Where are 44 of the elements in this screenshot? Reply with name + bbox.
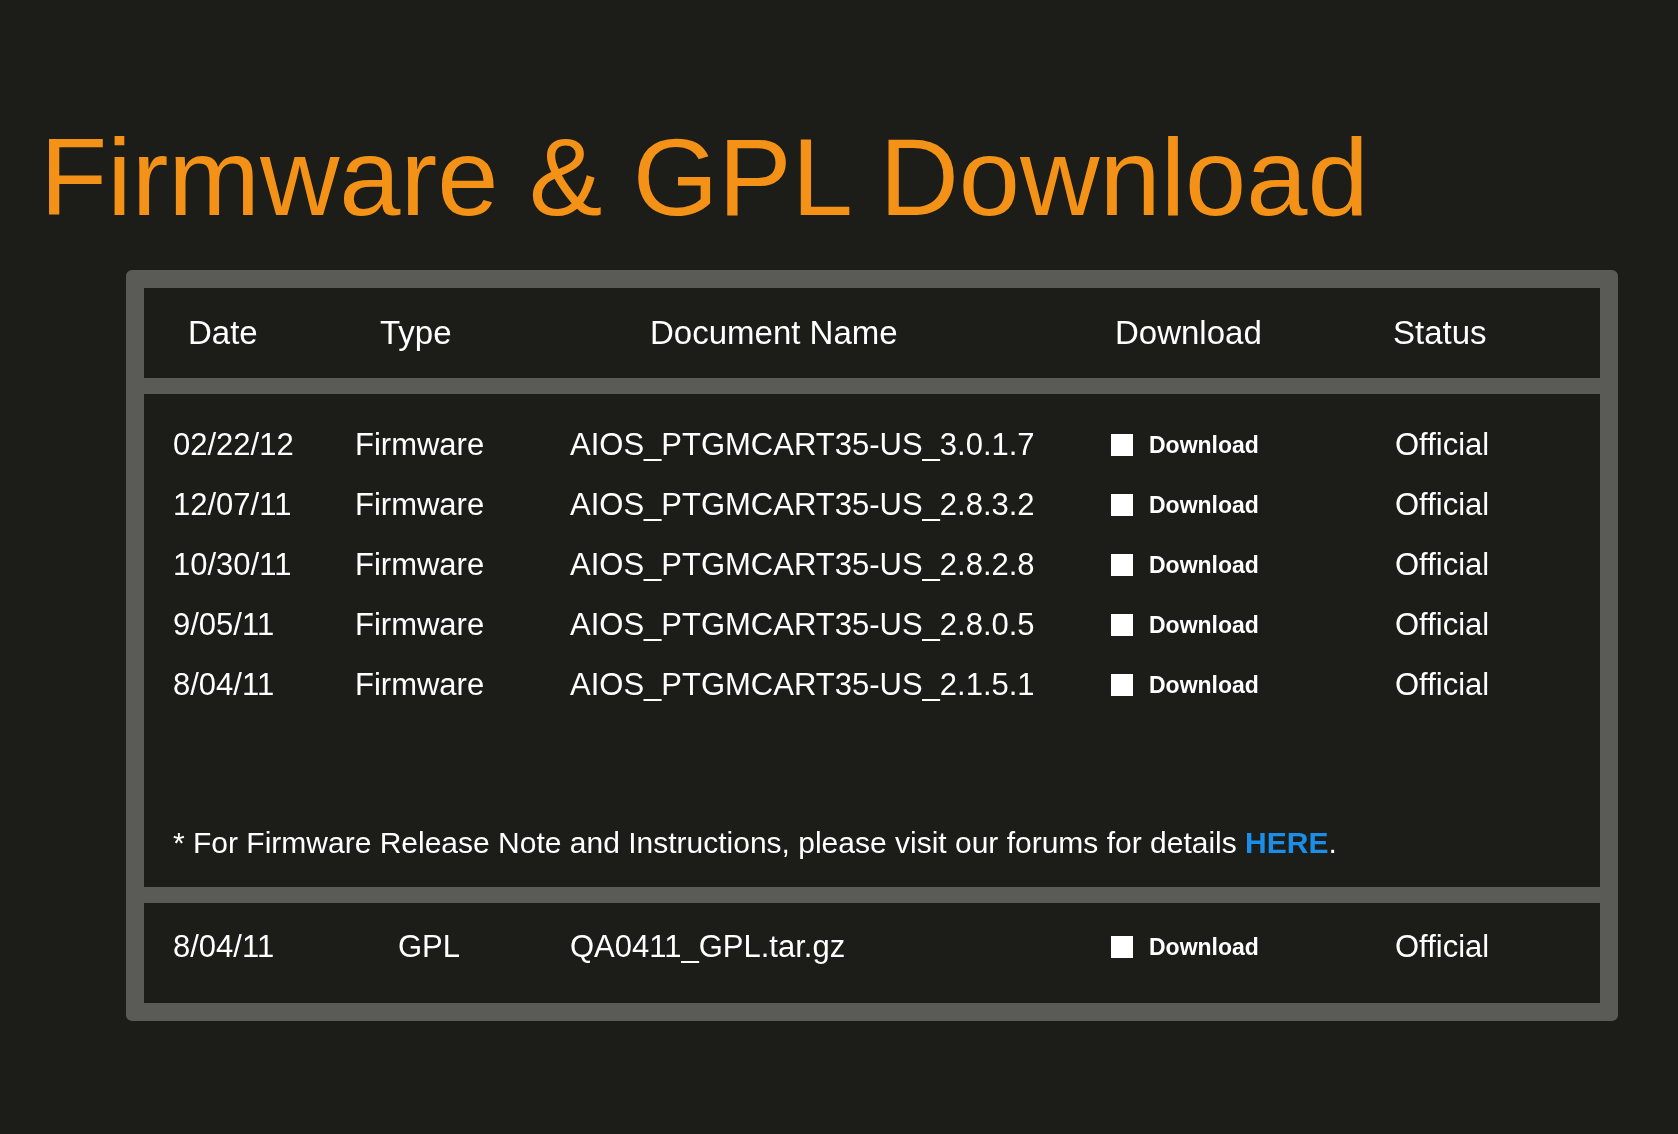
- date-cell: 8/04/11: [173, 929, 275, 965]
- date-cell: 9/05/11: [173, 607, 275, 643]
- download-link[interactable]: Download: [1149, 611, 1259, 639]
- page-title: Firmware & GPL Download: [40, 114, 1369, 240]
- date-cell: 10/30/11: [173, 547, 292, 583]
- status-cell: Official: [1395, 427, 1490, 463]
- release-note-text: * For Firmware Release Note and Instructions, please visit our forums for details HERE.: [173, 826, 1337, 860]
- status-cell: Official: [1395, 929, 1490, 965]
- download-link[interactable]: Download: [1149, 491, 1259, 519]
- document-name-cell: AIOS_PTGMCART35-US_3.0.1.7: [570, 427, 1035, 463]
- download-link[interactable]: Download: [1149, 431, 1259, 459]
- status-cell: Official: [1395, 667, 1490, 703]
- status-cell: Official: [1395, 487, 1490, 523]
- square-icon: [1111, 554, 1133, 576]
- type-cell: Firmware: [355, 427, 485, 463]
- type-cell: Firmware: [355, 667, 485, 703]
- date-cell: 8/04/11: [173, 667, 275, 703]
- status-cell: Official: [1395, 607, 1490, 643]
- column-header: Download: [1115, 314, 1262, 352]
- date-cell: 02/22/12: [173, 427, 294, 463]
- download-link[interactable]: Download: [1149, 933, 1259, 961]
- download-link[interactable]: Download: [1149, 551, 1259, 579]
- download-link[interactable]: Download: [1149, 671, 1259, 699]
- document-name-cell: AIOS_PTGMCART35-US_2.8.0.5: [570, 607, 1035, 643]
- column-header: Type: [380, 314, 452, 352]
- column-header: Status: [1393, 314, 1487, 352]
- date-cell: 12/07/11: [173, 487, 292, 523]
- column-header: Document Name: [650, 314, 898, 352]
- square-icon: [1111, 614, 1133, 636]
- type-cell: GPL: [398, 929, 461, 965]
- document-name-cell: AIOS_PTGMCART35-US_2.1.5.1: [570, 667, 1035, 703]
- square-icon: [1111, 494, 1133, 516]
- type-cell: Firmware: [355, 487, 485, 523]
- square-icon: [1111, 936, 1133, 958]
- square-icon: [1111, 434, 1133, 456]
- type-cell: Firmware: [355, 607, 485, 643]
- square-icon: [1111, 674, 1133, 696]
- status-cell: Official: [1395, 547, 1490, 583]
- type-cell: Firmware: [355, 547, 485, 583]
- column-header: Date: [188, 314, 258, 352]
- document-name-cell: AIOS_PTGMCART35-US_2.8.2.8: [570, 547, 1035, 583]
- here-link[interactable]: HERE: [1245, 826, 1329, 859]
- document-name-cell: QA0411_GPL.tar.gz: [570, 929, 846, 965]
- document-name-cell: AIOS_PTGMCART35-US_2.8.3.2: [570, 487, 1035, 523]
